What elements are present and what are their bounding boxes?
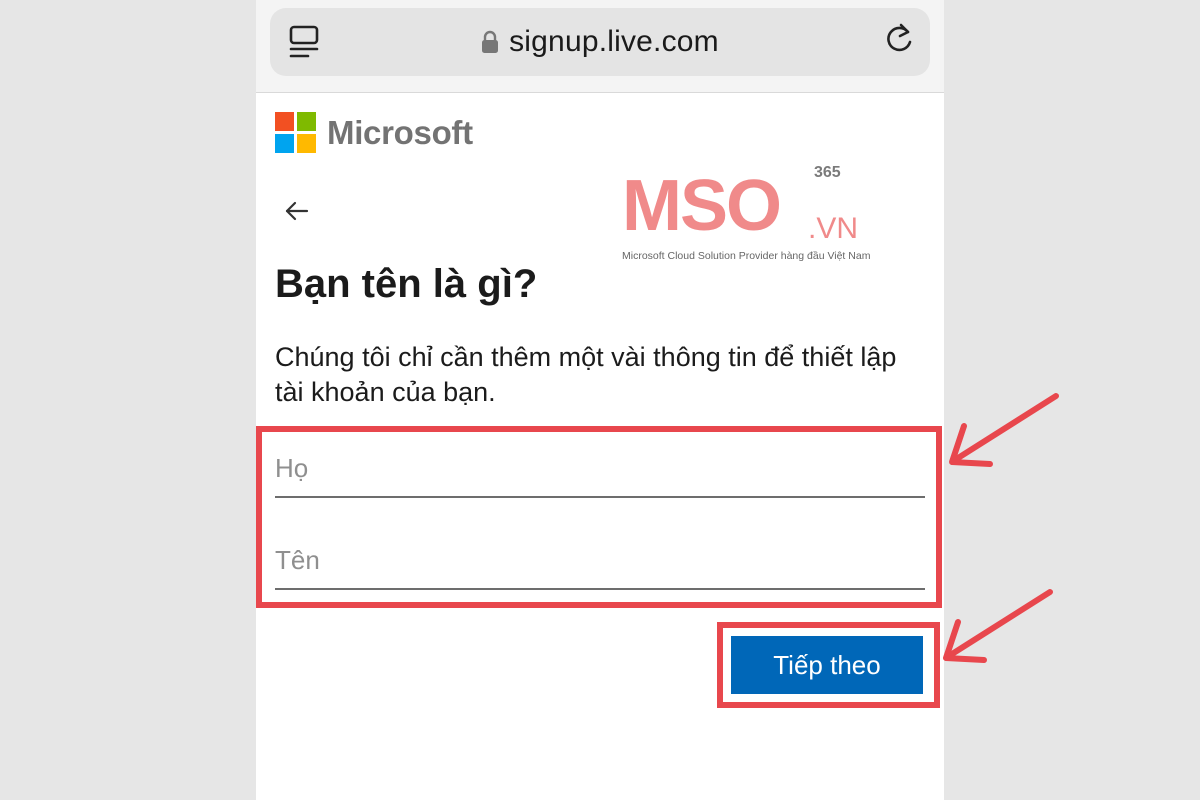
mso-watermark: 365 MSO .VN Microsoft Cloud Solution Pro…	[622, 162, 874, 272]
address-bar[interactable]: signup.live.com	[270, 8, 930, 76]
watermark-wordmark: MSO	[622, 166, 782, 246]
watermark-domain: .VN	[808, 212, 859, 245]
lock-icon	[482, 30, 499, 53]
arrow-pointer-icon	[949, 393, 1059, 467]
back-arrow-icon[interactable]	[284, 198, 310, 224]
microsoft-squares-icon	[275, 112, 316, 153]
page-description: Chúng tôi chỉ cần thêm một vài thông tin…	[275, 342, 897, 407]
url-text: signup.live.com	[509, 25, 719, 58]
next-button-highlight	[717, 622, 940, 708]
watermark-tagline: Microsoft Cloud Solution Provider hàng đ…	[622, 250, 871, 262]
browser-toolbar: signup.live.com	[256, 0, 944, 93]
arrow-pointer-icon	[943, 589, 1053, 663]
microsoft-wordmark: Microsoft	[327, 113, 473, 151]
name-fields-highlight	[256, 426, 942, 608]
microsoft-logo: Microsoft	[275, 112, 473, 153]
url-display[interactable]: signup.live.com	[270, 8, 930, 76]
reload-icon[interactable]	[882, 22, 916, 58]
watermark-365: 365	[814, 164, 841, 181]
page-title: Bạn tên là gì?	[275, 262, 538, 306]
